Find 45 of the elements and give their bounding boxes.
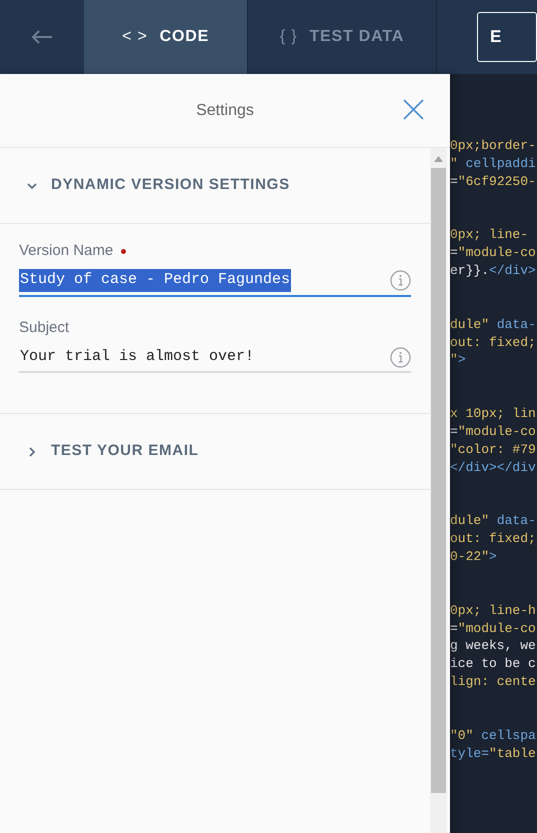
code-line: g weeks, we	[450, 637, 537, 656]
code-line: 0px; line-	[450, 226, 530, 244]
tab-label: CODE	[160, 27, 210, 47]
code-line: " cellpaddi	[450, 154, 537, 173]
code-line: ="module-co	[450, 422, 537, 441]
tab-label: TEST DATA	[309, 27, 404, 47]
code-line: ="6cf92250-	[450, 172, 537, 190]
code-line: lign: cente	[450, 672, 537, 691]
close-icon[interactable]	[403, 99, 424, 120]
panel-title: Settings	[196, 100, 254, 120]
text-field[interactable]: Study of case - Pedro Fagundes	[19, 266, 411, 296]
code-line: ice to be c	[450, 655, 537, 673]
tab[interactable]: < > CODE	[84, 0, 247, 74]
field-label: Version Name	[19, 241, 114, 261]
tab-icon: { }	[280, 25, 298, 49]
scrollbar[interactable]	[430, 148, 447, 833]
section-header[interactable]: TEST YOUR EMAIL	[0, 414, 430, 489]
code-line: ="module-co	[450, 620, 537, 638]
editor-button[interactable]: E	[477, 12, 537, 62]
info-icon[interactable]	[390, 270, 411, 291]
section-header[interactable]: DYNAMIC VERSION SETTINGS	[0, 148, 430, 223]
code-line: er}}.</div>	[450, 262, 537, 280]
field-label: Subject	[19, 318, 70, 338]
text-field[interactable]: Your trial is almost over!	[19, 343, 411, 373]
code-line: 0-22">	[450, 548, 498, 566]
code-line: tyle="table	[450, 744, 537, 762]
code-line: 0px;border-	[450, 137, 537, 155]
code-line: x 10px; lin	[450, 405, 537, 423]
tab-icon: < >	[122, 25, 148, 49]
code-line: "color: #79	[450, 440, 537, 459]
field-value: Your trial is almost over!	[19, 346, 256, 367]
code-line: </div></div	[450, 458, 537, 476]
field-value: Study of case - Pedro Fagundes	[19, 269, 292, 292]
code-line: dule" data-	[450, 512, 537, 530]
back-arrow-icon	[31, 29, 54, 45]
code-line: out: fixed;	[450, 334, 537, 352]
code-line: ="module-co	[450, 244, 537, 262]
scroll-up-icon[interactable]	[434, 156, 443, 162]
code-line: dule" data-	[450, 316, 537, 334]
code-line: 0px; line-h	[450, 602, 537, 620]
code-line: "0" cellspa	[450, 726, 537, 745]
info-icon[interactable]	[390, 346, 411, 368]
code-line: ">	[450, 351, 467, 370]
code-line: out: fixed;	[450, 530, 537, 548]
scrollbar-thumb[interactable]	[431, 168, 446, 793]
